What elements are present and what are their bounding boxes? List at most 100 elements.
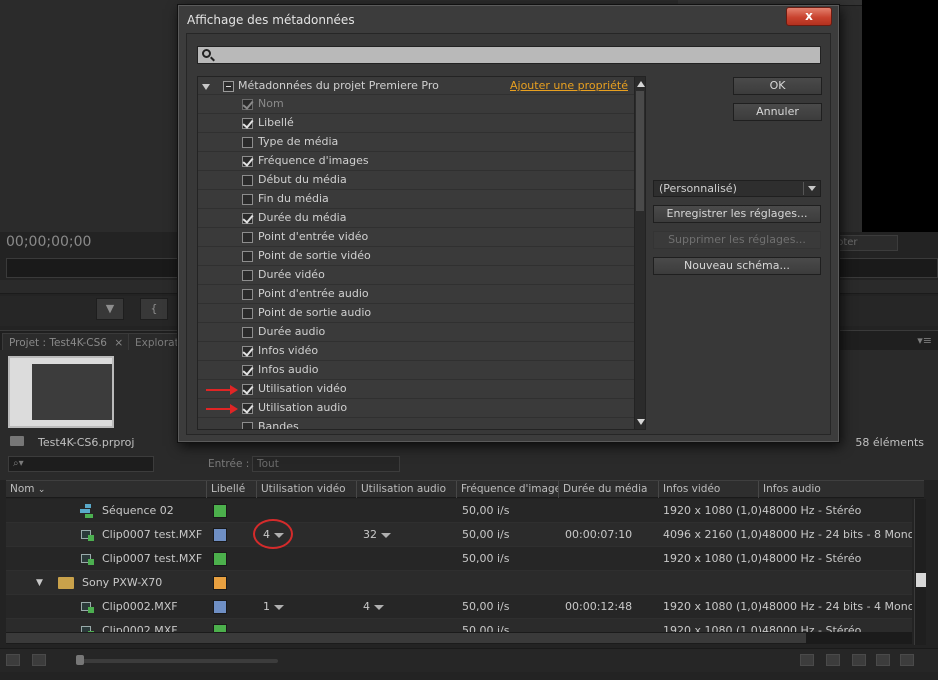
table-vertical-scrollbar[interactable] (914, 499, 926, 645)
group-checkbox[interactable] (223, 81, 234, 92)
metadata-label: Nom (258, 97, 284, 110)
timecode-display[interactable]: 00;00;00;00 (6, 234, 91, 250)
metadata-item[interactable]: Type de média (198, 133, 634, 152)
metadata-item[interactable]: Durée vidéo (198, 266, 634, 285)
metadata-item[interactable]: Point d'entrée audio (198, 285, 634, 304)
save-settings-button[interactable]: Enregistrer les réglages... (653, 205, 821, 223)
column-frame-rate[interactable]: Fréquence d'image (456, 481, 558, 498)
highlight-circle (253, 519, 293, 549)
table-row[interactable]: Clip0007 test.MXF 50,00 i/s 1920 x 1080 … (6, 547, 912, 571)
column-audio-info[interactable]: Infos audio (758, 481, 908, 498)
metadata-item[interactable]: Durée du média (198, 209, 634, 228)
column-media-duration[interactable]: Durée du média (558, 481, 658, 498)
table-row[interactable]: Clip0002.MXF 50,00 i/s 1920 x 1080 (1,0)… (6, 619, 912, 633)
label-swatch[interactable] (213, 528, 227, 542)
metadata-item[interactable]: Bandes (198, 418, 634, 429)
new-schema-button[interactable]: Nouveau schéma... (653, 257, 821, 275)
metadata-checkbox[interactable] (242, 289, 253, 300)
label-swatch[interactable] (213, 504, 227, 518)
label-swatch[interactable] (213, 576, 227, 590)
metadata-checkbox[interactable] (242, 137, 253, 148)
column-video-info[interactable]: Infos vidéo (658, 481, 758, 498)
metadata-search-input[interactable] (197, 46, 821, 64)
metadata-item[interactable]: Fin du média (198, 190, 634, 209)
metadata-checkbox[interactable] (242, 346, 253, 357)
metadata-item[interactable]: Point de sortie vidéo (198, 247, 634, 266)
close-button[interactable]: x (786, 7, 832, 26)
project-folder-icon (10, 436, 24, 446)
preset-select[interactable]: (Personnalisé) (653, 180, 821, 197)
metadata-item[interactable]: Infos vidéo (198, 342, 634, 361)
zoom-slider-handle[interactable] (76, 655, 84, 665)
in-point-button[interactable]: { (140, 298, 168, 320)
metadata-label: Début du média (258, 173, 347, 186)
metadata-checkbox[interactable] (242, 118, 253, 129)
chevron-down-icon (808, 186, 816, 191)
entry-filter-select[interactable]: Tout (252, 456, 400, 472)
table-row[interactable]: Clip0007 test.MXF 4 32 50,00 i/s 00:00:0… (6, 523, 912, 547)
metadata-checkbox[interactable] (242, 232, 253, 243)
metadata-checkbox[interactable] (242, 251, 253, 262)
list-view-icon[interactable] (6, 654, 20, 666)
metadata-checkbox[interactable] (242, 365, 253, 376)
marker-button[interactable]: ▼ (96, 298, 124, 320)
column-name[interactable]: Nom ⌄ (6, 481, 204, 498)
collapse-triangle-icon[interactable] (202, 84, 210, 90)
metadata-list-scrollbar[interactable] (634, 77, 645, 429)
metadata-checkbox[interactable] (242, 308, 253, 319)
audio-usage-dropdown[interactable]: 4 (363, 595, 384, 619)
metadata-checkbox[interactable] (242, 422, 253, 429)
video-usage-dropdown[interactable]: 1 (263, 595, 284, 619)
table-row[interactable]: Séquence 02 50,00 i/s 1920 x 1080 (1,0) … (6, 499, 912, 523)
scroll-down-icon[interactable] (637, 419, 645, 425)
icon-view-icon[interactable] (32, 654, 46, 666)
metadata-item[interactable]: Libellé (198, 114, 634, 133)
metadata-item[interactable]: Utilisation audio (198, 399, 634, 418)
tab-close-icon[interactable]: × (114, 337, 123, 349)
table-row[interactable]: Clip0002.MXF 1 4 50,00 i/s 00:00:12:48 1… (6, 595, 912, 619)
scroll-up-icon[interactable] (637, 81, 645, 87)
cancel-button[interactable]: Annuler (733, 103, 822, 121)
column-video-usage[interactable]: Utilisation vidéo (256, 481, 356, 498)
bin-icon[interactable] (800, 654, 814, 666)
label-swatch[interactable] (213, 600, 227, 614)
zoom-slider[interactable] (78, 659, 278, 663)
frame-rate: 50,00 i/s (462, 504, 510, 517)
metadata-checkbox[interactable] (242, 403, 253, 414)
trash-icon[interactable] (900, 654, 914, 666)
delete-settings-button[interactable]: Supprimer les réglages... (653, 231, 821, 249)
column-audio-usage[interactable]: Utilisation audio (356, 481, 456, 498)
metadata-item[interactable]: Utilisation vidéo (198, 380, 634, 399)
add-property-link[interactable]: Ajouter une propriété (510, 79, 628, 92)
metadata-checkbox[interactable] (242, 156, 253, 167)
metadata-checkbox[interactable] (242, 213, 253, 224)
metadata-item[interactable]: Début du média (198, 171, 634, 190)
new-item-icon[interactable] (876, 654, 890, 666)
find-icon[interactable] (826, 654, 840, 666)
metadata-item[interactable]: Durée audio (198, 323, 634, 342)
zoom-dropdown[interactable]: pter (830, 235, 898, 251)
metadata-checkbox[interactable] (242, 270, 253, 281)
expand-triangle-icon[interactable]: ▼ (36, 571, 43, 595)
audio-usage-dropdown[interactable]: 32 (363, 523, 391, 547)
metadata-item[interactable]: Point de sortie audio (198, 304, 634, 323)
label-swatch[interactable] (213, 552, 227, 566)
metadata-checkbox[interactable] (242, 194, 253, 205)
column-label[interactable]: Libellé (206, 481, 256, 498)
panel-menu-icon[interactable]: ▾≡ (917, 334, 932, 347)
new-bin-icon[interactable] (852, 654, 866, 666)
metadata-checkbox[interactable] (242, 384, 253, 395)
table-row[interactable]: ▼ Sony PXW-X70 (6, 571, 912, 595)
tab-project[interactable]: Projet : Test4K-CS6 × (2, 333, 131, 351)
metadata-checkbox[interactable] (242, 175, 253, 186)
metadata-item[interactable]: Nom (198, 95, 634, 114)
project-search-input[interactable]: ⌕▾ (8, 456, 154, 472)
metadata-checkbox[interactable] (242, 327, 253, 338)
metadata-item[interactable]: Infos audio (198, 361, 634, 380)
metadata-label: Libellé (258, 116, 294, 129)
metadata-item[interactable]: Point d'entrée vidéo (198, 228, 634, 247)
scrollbar-thumb[interactable] (636, 91, 644, 211)
metadata-item[interactable]: Fréquence d'images (198, 152, 634, 171)
table-horizontal-scrollbar[interactable] (6, 632, 912, 644)
ok-button[interactable]: OK (733, 77, 822, 95)
